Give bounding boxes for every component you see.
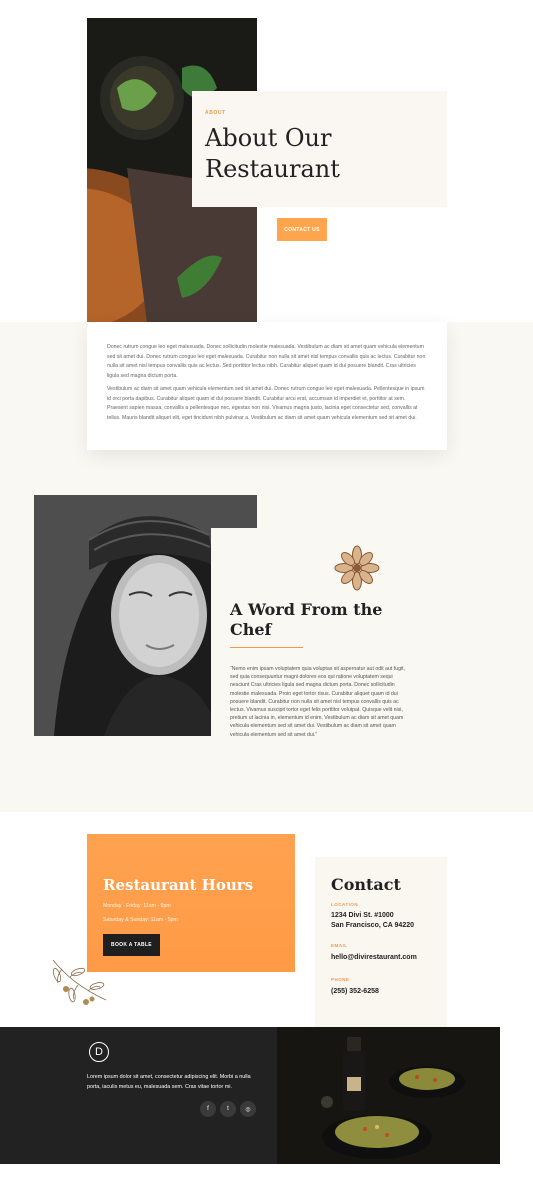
contact-us-button[interactable]: CONTACT US: [277, 218, 327, 241]
chef-section-title: A Word From the Chef: [230, 600, 410, 640]
restaurant-hours-title: Restaurant Hours: [103, 876, 254, 894]
location-label: LOCATION: [331, 902, 359, 907]
about-title-line2: Restaurant: [205, 155, 340, 183]
email-link[interactable]: hello@divirestaurant.com: [331, 953, 417, 963]
about-title-line1: About Our: [205, 124, 332, 152]
chef-divider: [230, 647, 303, 648]
about-paragraph-2: Vestibulum ac diam sit amet quam vehicul…: [107, 386, 425, 421]
footer-description: Lorem ipsum dolor sit amet, consectetur …: [87, 1074, 251, 1090]
phone-label: PHONE: [331, 977, 350, 982]
about-text-card: Donec rutrum congue leo eget malesuada. …: [87, 322, 447, 450]
weekday-hours: Monday - Friday: 11am - 9pm: [103, 903, 171, 909]
instagram-icon[interactable]: ◎: [240, 1101, 256, 1117]
facebook-icon[interactable]: f: [200, 1101, 216, 1117]
about-title: About Our Restaurant: [205, 123, 435, 185]
address-line-1: 1234 Divi St. #1000: [331, 912, 394, 919]
contact-title: Contact: [331, 875, 401, 894]
chef-quote: “Nemo enim ipsam voluptatem quia volupta…: [230, 666, 406, 738]
about-paragraph-1: Donec rutrum congue leo eget malesuada. …: [107, 344, 426, 379]
about-eyebrow: ABOUT: [205, 110, 226, 116]
twitter-icon[interactable]: t: [220, 1101, 236, 1117]
footer: [0, 1027, 277, 1164]
address-line-2: San Francisco, CA 94220: [331, 922, 415, 929]
email-label: EMAIL: [331, 943, 348, 948]
chef-title-line1: A Word From the: [230, 600, 383, 619]
weekend-hours: Saturday & Sunday: 11am - 5pm: [103, 917, 178, 923]
footer-food-image: [277, 1027, 500, 1164]
chef-title-line2: Chef: [230, 620, 272, 639]
book-a-table-button[interactable]: BOOK A TABLE: [103, 934, 160, 956]
star-anise-icon: [334, 545, 380, 591]
divi-logo-icon[interactable]: D: [89, 1042, 109, 1062]
olive-branch-icon: [52, 959, 107, 1005]
phone-link[interactable]: (255) 352-6258: [331, 987, 379, 997]
